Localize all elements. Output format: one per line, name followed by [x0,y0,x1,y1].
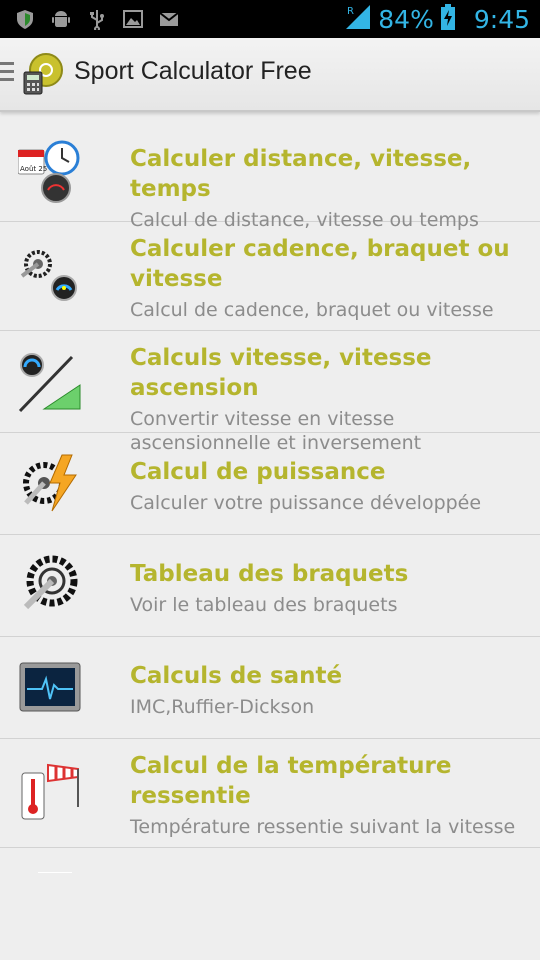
list-item-title: Calcul de la température ressentie [130,753,452,809]
list-item-subtitle: Température ressentie suivant la vitesse [130,816,516,838]
app-logo-icon[interactable] [20,52,64,96]
shield-icon [14,8,36,30]
svg-text:R: R [347,6,354,17]
thermometer-windsock-icon [18,759,82,823]
list-item-subtitle: Calcul de cadence, braquet ou vitesse [130,299,494,321]
menu-icon[interactable] [0,62,14,84]
list-item-subtitle: IMC,Ruffier-Dickson [130,696,315,718]
list-item-power[interactable]: Calcul de puissance Calculer votre puiss… [0,433,540,535]
list-item-subtitle: Calculer votre puissance développée [130,492,482,514]
signal-icon: R [344,3,372,35]
list-item-title: Calculer cadence, braquet ou vitesse [130,236,510,292]
action-bar: Sport Calculator Free [0,38,540,112]
battery-charging-icon [440,4,456,34]
list-item-title: Calcul de puissance [130,459,386,485]
list-item-health[interactable]: Calculs de santé IMC,Ruffier-Dickson [0,637,540,739]
list-item-wind-chill[interactable]: Calcul de la température ressentie Tempé… [0,739,540,848]
list-item-speed-ascension[interactable]: Calculs vitesse, vitesse ascension Conve… [0,331,540,454]
image-icon [122,8,144,30]
crankset-icon [18,553,82,617]
list-item-title: Calculs de santé [130,663,343,689]
app-title: Sport Calculator Free [74,57,312,85]
list-item-title: Calculs vitesse, vitesse ascension [130,345,432,401]
clock: 9:45 [473,4,530,34]
list-item-cadence-gear-speed[interactable]: Calculer cadence, braquet ou vitesse Cal… [0,222,540,331]
calculator-list: Août 25 Calculer distance, vitesse, temp… [0,120,540,848]
calendar-date: Août 25 [20,165,47,173]
usb-icon [86,8,108,32]
status-bar: R 84% 9:45 [0,0,540,38]
list-item-gear-table[interactable]: Tableau des braquets Voir le tableau des… [0,535,540,637]
crankset-lightning-icon [18,453,82,517]
battery-percentage: 84% [378,4,434,34]
list-item-title: Calculer distance, vitesse, temps [130,146,472,202]
speed-slope-icon [18,351,82,415]
list-end-mark [38,872,72,873]
android-icon [50,8,72,30]
list-item-subtitle: Voir le tableau des braquets [130,594,398,616]
heart-monitor-icon [18,657,82,721]
crankset-speedometer-icon [18,246,82,310]
gmail-icon [158,8,180,30]
calendar-clock-speedometer-icon: Août 25 [17,140,82,204]
list-item-distance-speed-time[interactable]: Août 25 Calculer distance, vitesse, temp… [0,120,540,231]
list-item-title: Tableau des braquets [130,561,409,587]
